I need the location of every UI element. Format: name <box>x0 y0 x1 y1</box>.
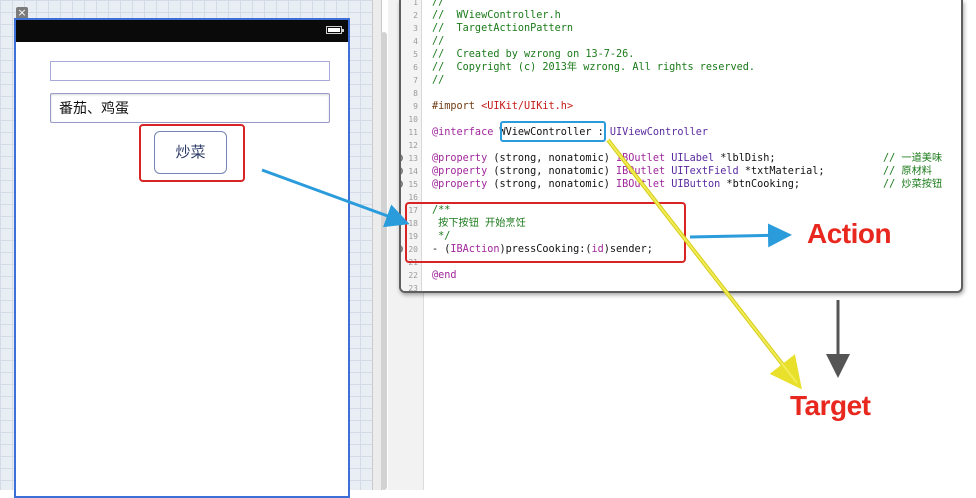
code-text: *btnCooking; <box>720 179 801 190</box>
end-keyword: @end <box>432 270 457 281</box>
code-text: (strong, nonatomic) <box>493 179 617 190</box>
code-line: 9 #import <UIKit/UIKit.h> <box>401 100 961 113</box>
line-number: 2 <box>413 11 418 20</box>
code-line: 14 @property (strong, nonatomic) IBOutlet… <box>401 165 961 178</box>
dish-label[interactable] <box>50 61 330 81</box>
status-bar <box>16 20 348 42</box>
line-number: 22 <box>408 271 418 280</box>
code-line: 4 // <box>401 35 961 48</box>
code-line: 3 // TargetActionPattern <box>401 22 961 35</box>
code-text: // <box>432 36 445 47</box>
outlet-keyword: IBOutlet <box>616 166 672 177</box>
code-text: // Created by wzrong on 13-7-26. <box>432 49 635 60</box>
code-line: 2 // WViewController.h <box>401 9 961 22</box>
code-line: 22 @end <box>401 269 961 282</box>
action-annotation: Action <box>807 218 892 249</box>
code-text: // <box>432 0 445 8</box>
interface-keyword: @interface <box>432 127 500 138</box>
code-line: 7 // <box>401 74 961 87</box>
code-line: 5 // Created by wzrong on 13-7-26. <box>401 48 961 61</box>
code-text: *lblDish; <box>714 153 776 164</box>
line-number: 1 <box>413 0 418 7</box>
code-line: 10 <box>401 113 961 126</box>
code-line: 6 // Copyright (c) 2013年 wzrong. All righ… <box>401 61 961 74</box>
code-line: 13 @property (strong, nonatomic) IBOutlet… <box>401 152 961 165</box>
property-keyword: @property <box>432 166 494 177</box>
property-keyword: @property <box>432 179 494 190</box>
code-line: 8 <box>401 87 961 100</box>
code-line: 12 <box>401 139 961 152</box>
code-text: // TargetActionPattern <box>432 23 574 34</box>
property-keyword: @property <box>432 153 494 164</box>
outlet-keyword: IBOutlet <box>616 153 672 164</box>
code-line: 23 <box>401 282 961 293</box>
type-name: UILabel <box>671 153 715 164</box>
line-number: 15 <box>408 180 418 189</box>
material-text-field[interactable]: 番茄、鸡蛋 <box>50 93 330 123</box>
scrollbar-thumb[interactable] <box>381 32 387 490</box>
line-number: 14 <box>408 167 418 176</box>
line-number: 12 <box>408 141 418 150</box>
battery-icon <box>326 26 344 34</box>
superclass-name: UIViewController <box>609 127 709 138</box>
code-text: // <box>432 75 445 86</box>
line-number: 10 <box>408 115 418 124</box>
import-directive: #import <box>432 101 482 112</box>
type-name: UIButton <box>671 179 721 190</box>
line-number: 6 <box>413 63 418 72</box>
line-number: 13 <box>408 154 418 163</box>
code-text: // Copyright (c) 2013年 wzrong. All right… <box>432 62 755 73</box>
line-number: 23 <box>408 284 418 293</box>
target-annotation: Target <box>790 390 871 421</box>
class-name-highlight <box>500 121 606 142</box>
line-number: 8 <box>413 89 418 98</box>
code-comment: // 原材料 <box>883 166 932 177</box>
line-number: 3 <box>413 24 418 33</box>
cook-button[interactable]: 炒菜 <box>154 131 227 174</box>
code-line: 15 @property (strong, nonatomic) IBOutlet… <box>401 178 961 191</box>
line-number: 9 <box>413 102 418 111</box>
code-line: 11 @interface WViewController : UIViewCon… <box>401 126 961 139</box>
code-text: (strong, nonatomic) <box>493 166 617 177</box>
line-number: 4 <box>413 37 418 46</box>
line-number: 5 <box>413 50 418 59</box>
action-method-highlight <box>405 202 686 263</box>
outlet-keyword: IBOutlet <box>616 179 672 190</box>
line-number: 11 <box>408 128 418 137</box>
line-number: 7 <box>413 76 418 85</box>
code-text: *txtMaterial; <box>738 166 825 177</box>
code-line: 1 // <box>401 0 961 9</box>
import-path: <UIKit/UIKit.h> <box>481 101 574 112</box>
code-comment: // 一道美味 <box>883 153 943 164</box>
code-text: // WViewController.h <box>432 10 561 21</box>
code-text: (strong, nonatomic) <box>493 153 617 164</box>
iphone-view-frame[interactable] <box>14 18 350 498</box>
code-comment: // 炒菜按钮 <box>883 179 943 190</box>
type-name: UITextField <box>671 166 739 177</box>
